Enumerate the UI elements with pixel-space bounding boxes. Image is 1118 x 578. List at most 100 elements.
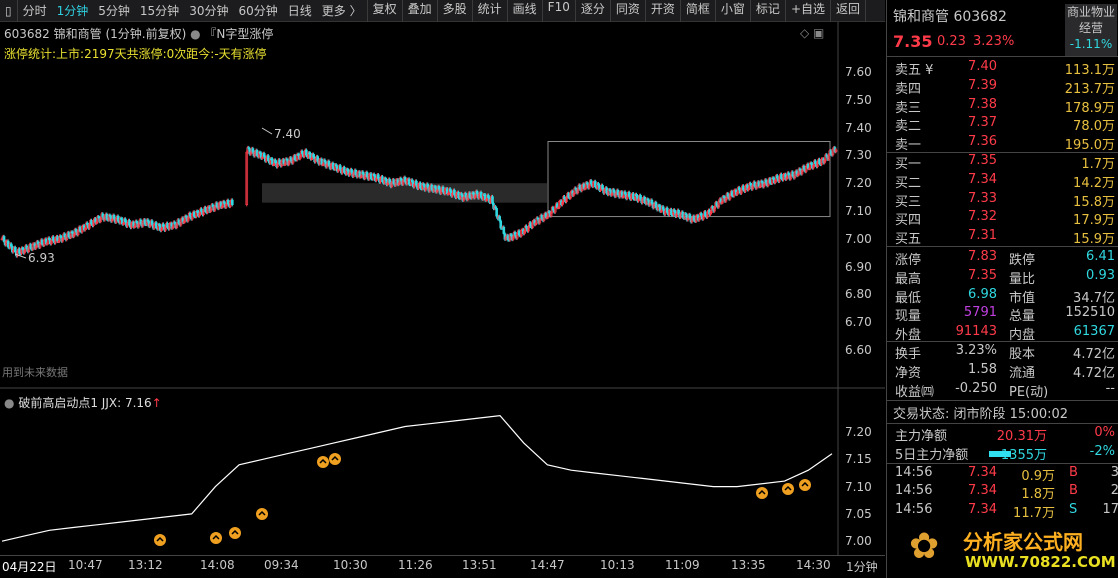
kline-chart[interactable]: 7.40 6.93 [0, 22, 885, 555]
cell: 3.23% [955, 343, 997, 358]
indicator-y-tick: 7.05 [845, 506, 872, 521]
cell: 213.7万 [1064, 81, 1115, 97]
cell: 卖三 [895, 100, 922, 116]
stock-name-code: 锦和商管 603682 [893, 9, 1007, 25]
cell: 91143 [955, 324, 997, 340]
tool-button[interactable]: 复权 [368, 0, 402, 22]
tool-button[interactable]: 返回 [831, 0, 865, 22]
period-tab[interactable]: 分时 [18, 2, 52, 19]
signal-marker-icon [317, 456, 329, 468]
signal-marker-icon [229, 527, 241, 539]
tool-button[interactable]: 统计 [473, 0, 507, 22]
ask-row: 卖四 7.39 213.7万 [887, 78, 1118, 97]
bid-row: 买五 7.31 15.9万 [887, 228, 1118, 247]
period-tab[interactable]: 15分钟 [135, 2, 184, 19]
cell: 流通 [1009, 365, 1036, 381]
toolbar: ▯ 分时 1分钟 5分钟 15分钟 30分钟 60分钟 日线 更多 〉 复权 叠加 多股 统计 画线 F… [0, 0, 885, 22]
candle [231, 199, 234, 206]
x-tick[interactable]: 1分钟 [846, 558, 878, 575]
cell: PE(动) [1009, 384, 1049, 400]
signal-marker-icon [756, 487, 768, 499]
ask-row: 卖三 7.38 178.9万 [887, 97, 1118, 116]
cell: 1.8万 [1021, 487, 1055, 503]
tool-button[interactable]: 标记 [751, 0, 785, 22]
cell: 换手 [895, 347, 922, 362]
tool-button[interactable]: 画线 [508, 0, 542, 22]
tool-button[interactable]: 简框 [681, 0, 715, 22]
period-tab[interactable]: 1分钟 [52, 2, 94, 19]
sidebar-toggle-icon[interactable]: ▯ [0, 4, 17, 18]
signal-marker-icon [782, 483, 794, 495]
cell: 股本 [1009, 347, 1036, 362]
tool-button[interactable]: 小窗 [716, 0, 750, 22]
cell: 买一 [895, 157, 922, 172]
cell: B [1069, 483, 1078, 499]
x-tick: 10:13 [600, 558, 635, 572]
stat-row: 收益㈣ -0.250 PE(动) -- [887, 381, 1118, 400]
y-tick: 7.40 [845, 120, 872, 135]
bid-row: 买一 7.35 1.7万 [887, 153, 1118, 172]
tool-button[interactable]: 开资 [646, 0, 680, 22]
tool-button[interactable]: +自选 [786, 0, 830, 22]
y-tick: 7.10 [845, 204, 872, 218]
cell: 7.31 [968, 228, 997, 244]
cell: 20.31万 [996, 429, 1047, 444]
cell: 61367 [1073, 324, 1115, 340]
y-tick: 6.90 [845, 259, 872, 274]
y-tick: 7.20 [845, 176, 872, 191]
y-tick: 7.50 [845, 92, 872, 107]
x-tick: 14:47 [530, 558, 565, 572]
cell: 买五 [895, 232, 922, 248]
cell: -- [1105, 380, 1115, 396]
signal-marker-icon [256, 508, 268, 520]
flow-row: 主力净额 20.31万 0% [887, 425, 1118, 444]
cell: 7.38 [968, 96, 997, 112]
cell: 7.83 [968, 249, 997, 264]
y-tick: 7.00 [845, 231, 872, 246]
y-tick: 6.80 [845, 287, 872, 302]
cell: 1.58 [968, 361, 997, 377]
period-tab[interactable]: 5分钟 [93, 2, 135, 19]
cell: 6.98 [968, 286, 997, 302]
cell: 7.37 [968, 115, 997, 131]
low-label: 6.93 [28, 251, 55, 265]
period-tab[interactable]: 30分钟 [184, 2, 233, 19]
tool-button[interactable]: 叠加 [403, 0, 437, 22]
cell: 卖二 [895, 119, 922, 135]
signal-marker-icon [210, 532, 222, 544]
cell: 78.0万 [1073, 119, 1115, 135]
indicator-y-tick: 7.00 [845, 534, 872, 549]
cell: 7.34 [968, 171, 997, 187]
x-tick: 10:30 [333, 558, 368, 572]
cell: 买二 [895, 175, 922, 191]
high-marker [261, 127, 273, 135]
tool-button[interactable]: 逐分 [576, 0, 610, 22]
ask-row: 卖一 7.36 195.0万 [887, 134, 1118, 153]
cell: 最低 [895, 290, 922, 306]
tool-button[interactable]: 同资 [611, 0, 645, 22]
indicator-y-tick: 7.20 [845, 425, 872, 439]
stat-row: 换手 3.23% 股本 4.72亿 [887, 343, 1118, 362]
tool-button[interactable]: 多股 [438, 0, 472, 22]
price-change: 0.23 [937, 34, 966, 49]
period-tab[interactable]: 日线 [283, 2, 317, 19]
cell: 14:56 [895, 465, 933, 480]
cell: 5791 [963, 305, 997, 321]
cell: 195.0万 [1064, 138, 1115, 154]
cell: 总量 [1009, 309, 1036, 325]
signal-marker-icon [799, 479, 811, 491]
cell: 11.7万 [1013, 505, 1055, 521]
cell: 现量 [895, 309, 922, 325]
last-price: 7.35 [893, 32, 933, 51]
period-tab[interactable]: 60分钟 [233, 2, 282, 19]
cell: 7.34 [968, 465, 997, 480]
cell: B [1069, 465, 1078, 480]
cell: 市值 [1009, 290, 1036, 306]
cell: 4.72亿 [1073, 365, 1115, 381]
high-label: 7.40 [274, 127, 301, 141]
x-tick: 14:30 [796, 558, 831, 572]
tool-button[interactable]: F10 [543, 0, 575, 22]
cell: 14:56 [895, 483, 933, 499]
cell: 7.32 [968, 209, 997, 225]
period-tab[interactable]: 更多 〉 [317, 2, 367, 19]
